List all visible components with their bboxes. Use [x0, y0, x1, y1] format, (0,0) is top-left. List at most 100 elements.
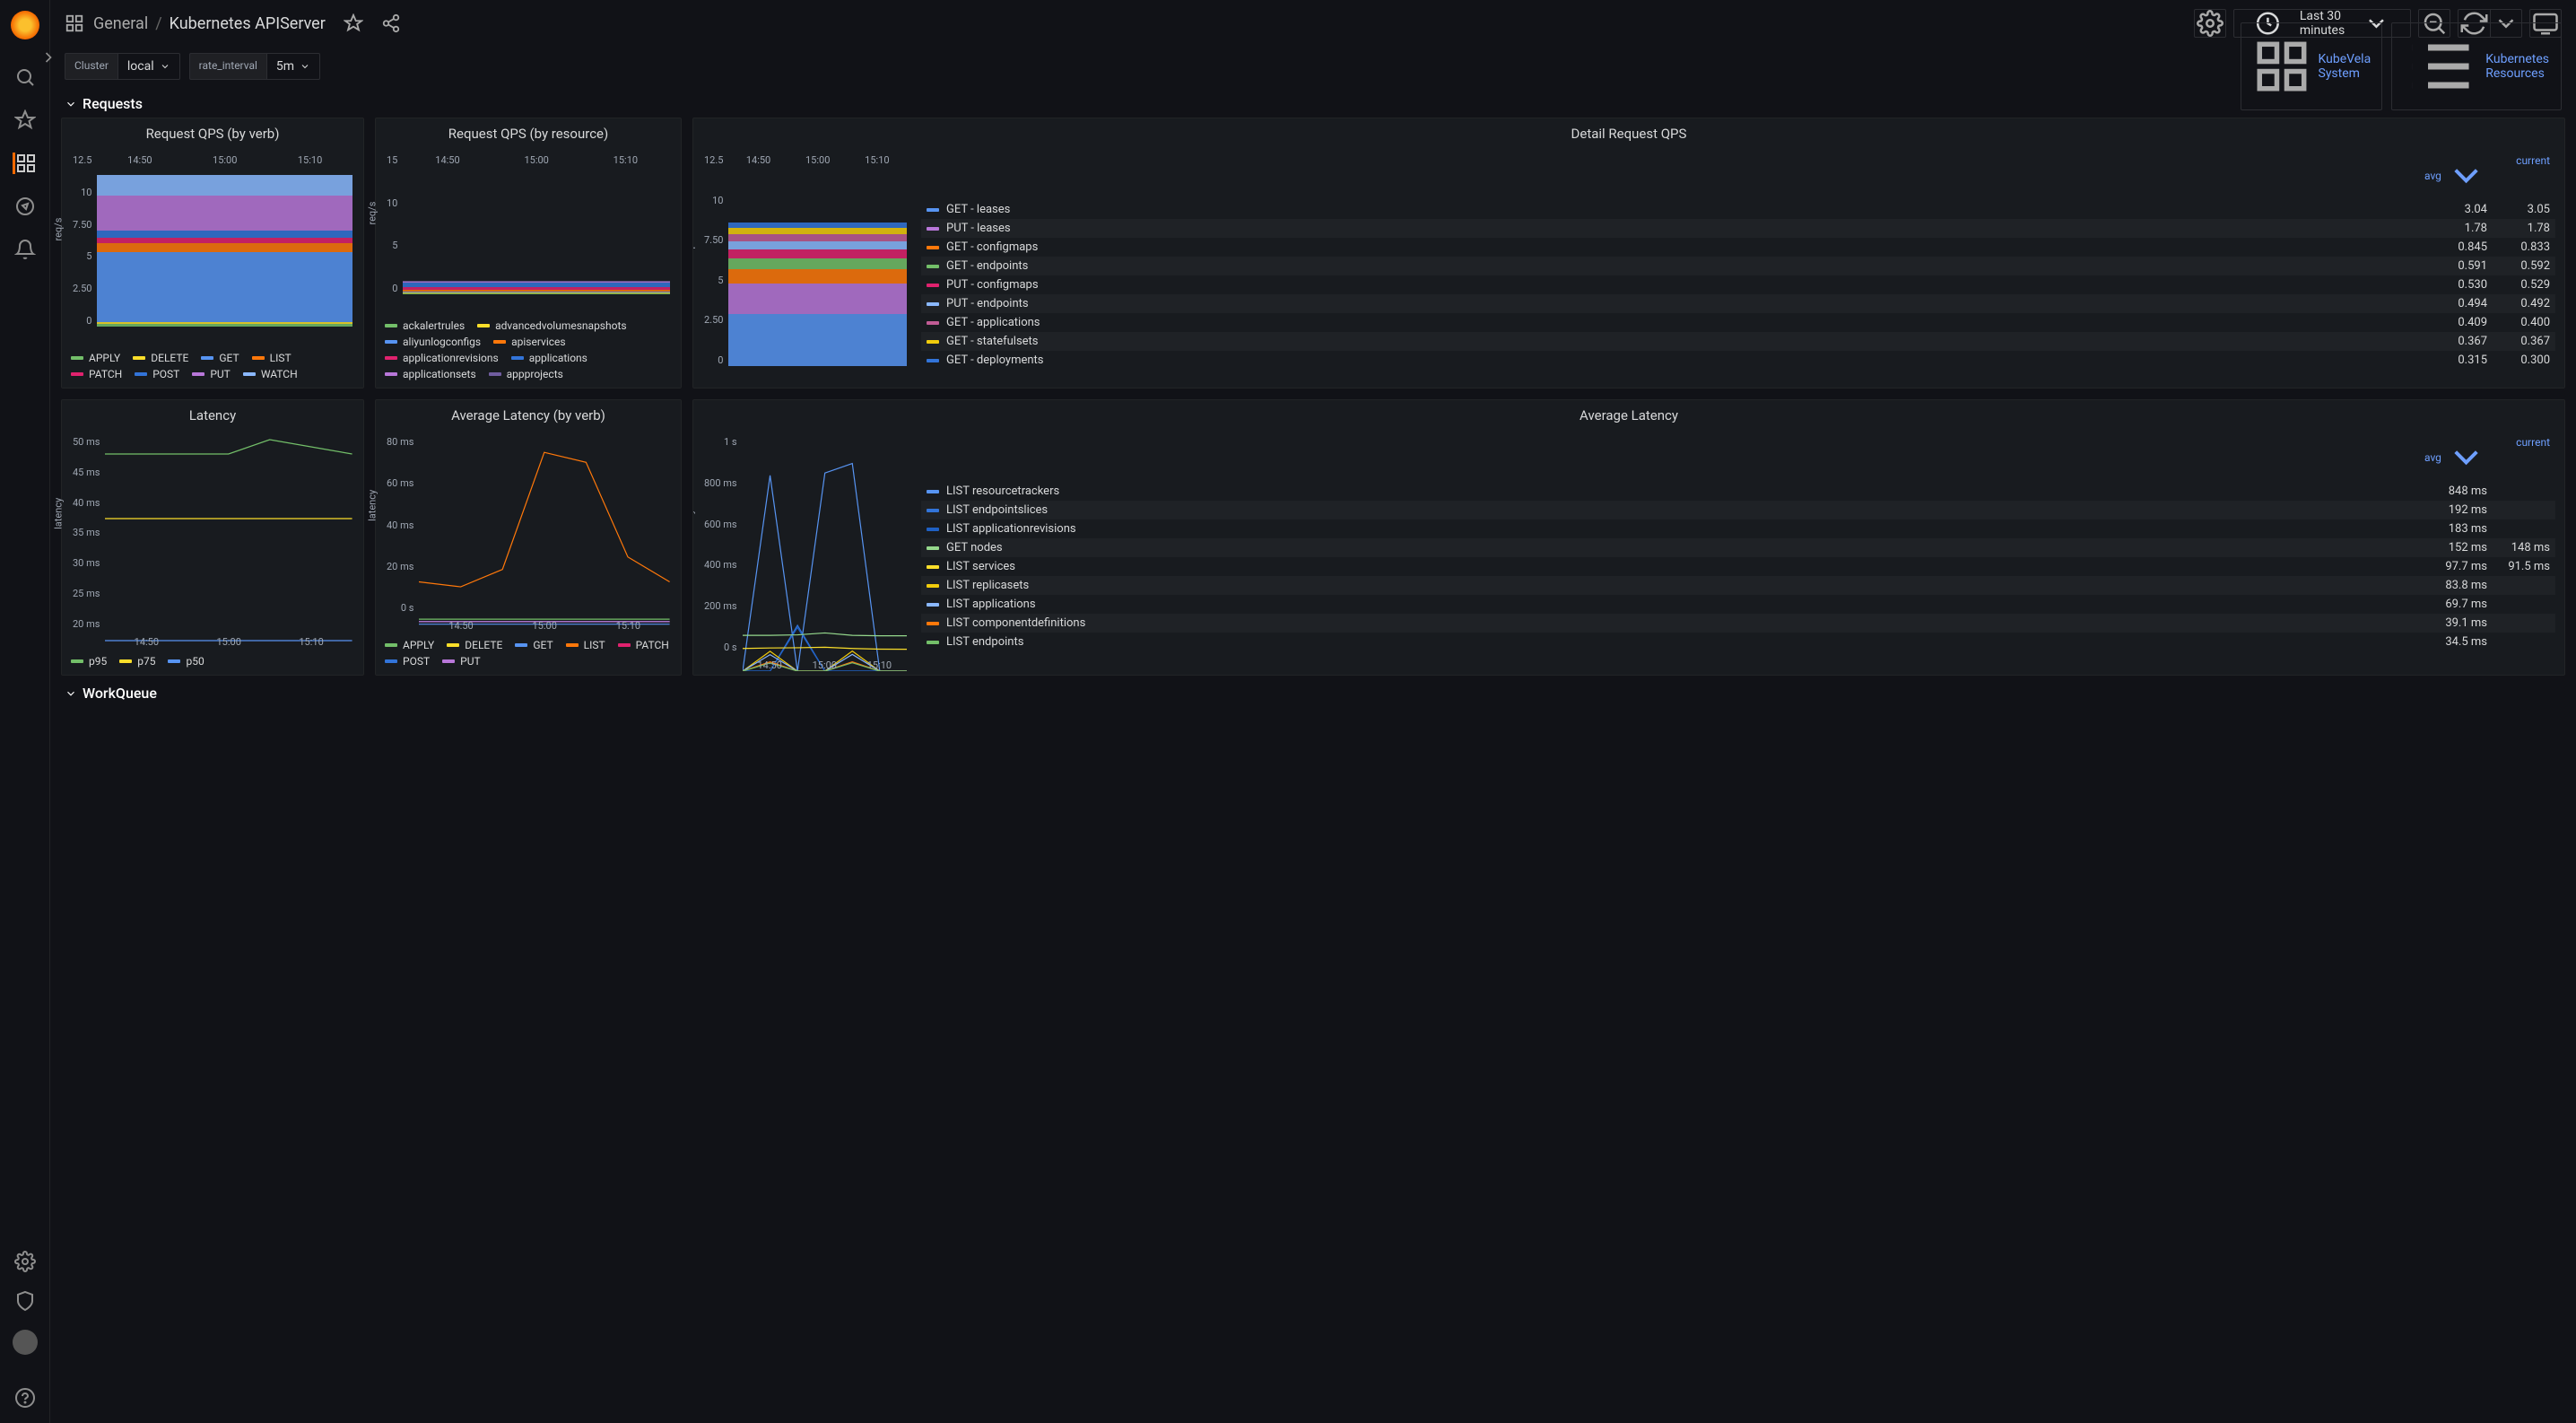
legend-item[interactable]: DELETE: [133, 352, 188, 364]
expand-sidebar-icon[interactable]: [39, 48, 57, 66]
legend-item[interactable]: advancedvolumesnapshots: [477, 319, 626, 332]
legend-item[interactable]: aliyunlogconfigs: [385, 336, 481, 348]
legend-label: PATCH: [636, 639, 669, 651]
section-requests-header[interactable]: Requests: [61, 86, 2565, 118]
legend-item[interactable]: p95: [71, 655, 107, 668]
grafana-logo[interactable]: [11, 11, 39, 39]
legend-item[interactable]: GET: [515, 639, 553, 651]
legend-label: APPLY: [403, 639, 434, 651]
table-row[interactable]: GET - statefulsets0.3670.367: [921, 332, 2555, 351]
panel-request-qps-by-verb[interactable]: Request QPS (by verb) req/s 12.5107.5052…: [61, 118, 364, 388]
help-icon[interactable]: [14, 1387, 36, 1409]
y-tick: 1 s: [724, 436, 737, 448]
var-cluster-select[interactable]: local: [118, 53, 180, 80]
legend-swatch: [927, 641, 939, 644]
panel-title: Average Latency (by verb): [376, 400, 681, 427]
section-workqueue-header[interactable]: WorkQueue: [61, 676, 2565, 707]
legend-item[interactable]: apiservices: [493, 336, 565, 348]
row-name: PUT - leases: [946, 222, 2424, 235]
stacked-band: [403, 290, 670, 292]
var-cluster[interactable]: Cluster local: [65, 53, 180, 80]
search-icon[interactable]: [14, 66, 36, 88]
chart-plot[interactable]: 14:5015:0015:10: [105, 432, 352, 648]
row-avg: 0.315: [2424, 354, 2487, 367]
row-current: 0.367: [2487, 335, 2550, 348]
y-tick: 12.5: [73, 154, 91, 166]
table-row[interactable]: LIST replicasets83.8 ms: [921, 576, 2555, 595]
panel-title: Request QPS (by verb): [62, 118, 363, 145]
panel-latency[interactable]: Latency latency 50 ms45 ms40 ms35 ms30 m…: [61, 399, 364, 676]
col-avg-header[interactable]: avg: [2424, 154, 2487, 196]
table-row[interactable]: GET - configmaps0.8450.833: [921, 238, 2555, 257]
legend-item[interactable]: ackalertrules: [385, 319, 465, 332]
panel-detail-request-qps[interactable]: Detail Request QPS req/s 12.5107.5052.50…: [692, 118, 2565, 388]
legend-item[interactable]: p50: [168, 655, 204, 668]
var-rate-select[interactable]: 5m: [267, 53, 320, 80]
col-current-header[interactable]: current: [2487, 154, 2550, 196]
table-row[interactable]: LIST endpoints34.5 ms: [921, 633, 2555, 651]
legend-swatch: [119, 659, 132, 663]
explore-icon[interactable]: [14, 196, 36, 217]
legend-item[interactable]: PUT: [442, 655, 481, 668]
legend-item[interactable]: p75: [119, 655, 155, 668]
legend-item[interactable]: appprojects: [489, 368, 563, 380]
chart-plot[interactable]: 14:5015:0015:10: [419, 432, 670, 632]
legend-item[interactable]: PUT: [192, 368, 231, 380]
user-avatar[interactable]: [13, 1330, 38, 1355]
legend-item[interactable]: applications: [511, 352, 587, 364]
row-name: GET - statefulsets: [946, 335, 2424, 348]
legend-item[interactable]: PATCH: [618, 639, 669, 651]
table-row[interactable]: GET - endpoints0.5910.592: [921, 257, 2555, 275]
dashboards-icon[interactable]: [13, 153, 37, 174]
table-row[interactable]: GET - deployments0.3150.300: [921, 351, 2555, 370]
table-row[interactable]: LIST services97.7 ms91.5 ms: [921, 557, 2555, 576]
legend-item[interactable]: GET: [201, 352, 239, 364]
configuration-icon[interactable]: [14, 1251, 36, 1272]
legend-item[interactable]: APPLY: [71, 352, 120, 364]
breadcrumb-general[interactable]: General: [93, 14, 148, 33]
table-row[interactable]: GET - applications0.4090.400: [921, 313, 2555, 332]
table-row[interactable]: GET - leases3.043.05: [921, 200, 2555, 219]
col-avg-header[interactable]: avg: [2424, 436, 2487, 478]
table-row[interactable]: LIST applicationrevisions183 ms: [921, 519, 2555, 538]
panel-request-qps-by-resource[interactable]: Request QPS (by resource) req/s 151050 1…: [375, 118, 682, 388]
col-current-header[interactable]: current: [2487, 436, 2550, 478]
legend-item[interactable]: LIST: [566, 639, 605, 651]
table-row[interactable]: PUT - configmaps0.5300.529: [921, 275, 2555, 294]
favorite-star-icon[interactable]: [344, 13, 363, 33]
table-row[interactable]: LIST endpointslices192 ms: [921, 501, 2555, 519]
legend-item[interactable]: PATCH: [71, 368, 122, 380]
legend-swatch: [927, 246, 939, 249]
star-icon[interactable]: [14, 109, 36, 131]
legend-item[interactable]: POST: [135, 368, 179, 380]
table-row[interactable]: PUT - leases1.781.78: [921, 219, 2555, 238]
table-row[interactable]: PUT - endpoints0.4940.492: [921, 294, 2555, 313]
legend-item[interactable]: WATCH: [243, 368, 298, 380]
legend-item[interactable]: applicationsets: [385, 368, 476, 380]
alerting-icon[interactable]: [14, 239, 36, 260]
chart-plot[interactable]: 14:5015:0015:10: [403, 151, 670, 312]
table-row[interactable]: LIST componentdefinitions39.1 ms: [921, 614, 2555, 633]
legend-item[interactable]: DELETE: [447, 639, 502, 651]
admin-icon[interactable]: [14, 1290, 36, 1312]
legend-item[interactable]: POST: [385, 655, 430, 668]
stacked-band: [728, 241, 907, 249]
chart-plot[interactable]: 14:5015:0015:10: [728, 151, 907, 384]
var-rate-interval[interactable]: rate_interval 5m: [189, 53, 320, 80]
dashboard-settings-button[interactable]: [2194, 9, 2226, 38]
legend-item[interactable]: LIST: [252, 352, 292, 364]
chart-plot[interactable]: 14:5015:0015:10: [743, 432, 907, 671]
panel-average-latency[interactable]: Average Latency latency 1 s800 ms600 ms4…: [692, 399, 2565, 676]
panel-average-latency-by-verb[interactable]: Average Latency (by verb) latency 80 ms6…: [375, 399, 682, 676]
page-title[interactable]: Kubernetes APIServer: [170, 14, 326, 33]
panel-title: Request QPS (by resource): [376, 118, 681, 145]
share-icon[interactable]: [381, 13, 401, 33]
table-row[interactable]: LIST resourcetrackers848 ms: [921, 482, 2555, 501]
table-row[interactable]: GET nodes152 ms148 ms: [921, 538, 2555, 557]
stacked-band: [97, 231, 352, 238]
chart-plot[interactable]: 14:5015:0015:10: [97, 151, 352, 345]
legend-item[interactable]: applicationrevisions: [385, 352, 499, 364]
table-row[interactable]: LIST applications69.7 ms: [921, 595, 2555, 614]
legend-item[interactable]: APPLY: [385, 639, 434, 651]
y-tick: 7.50: [704, 234, 723, 246]
